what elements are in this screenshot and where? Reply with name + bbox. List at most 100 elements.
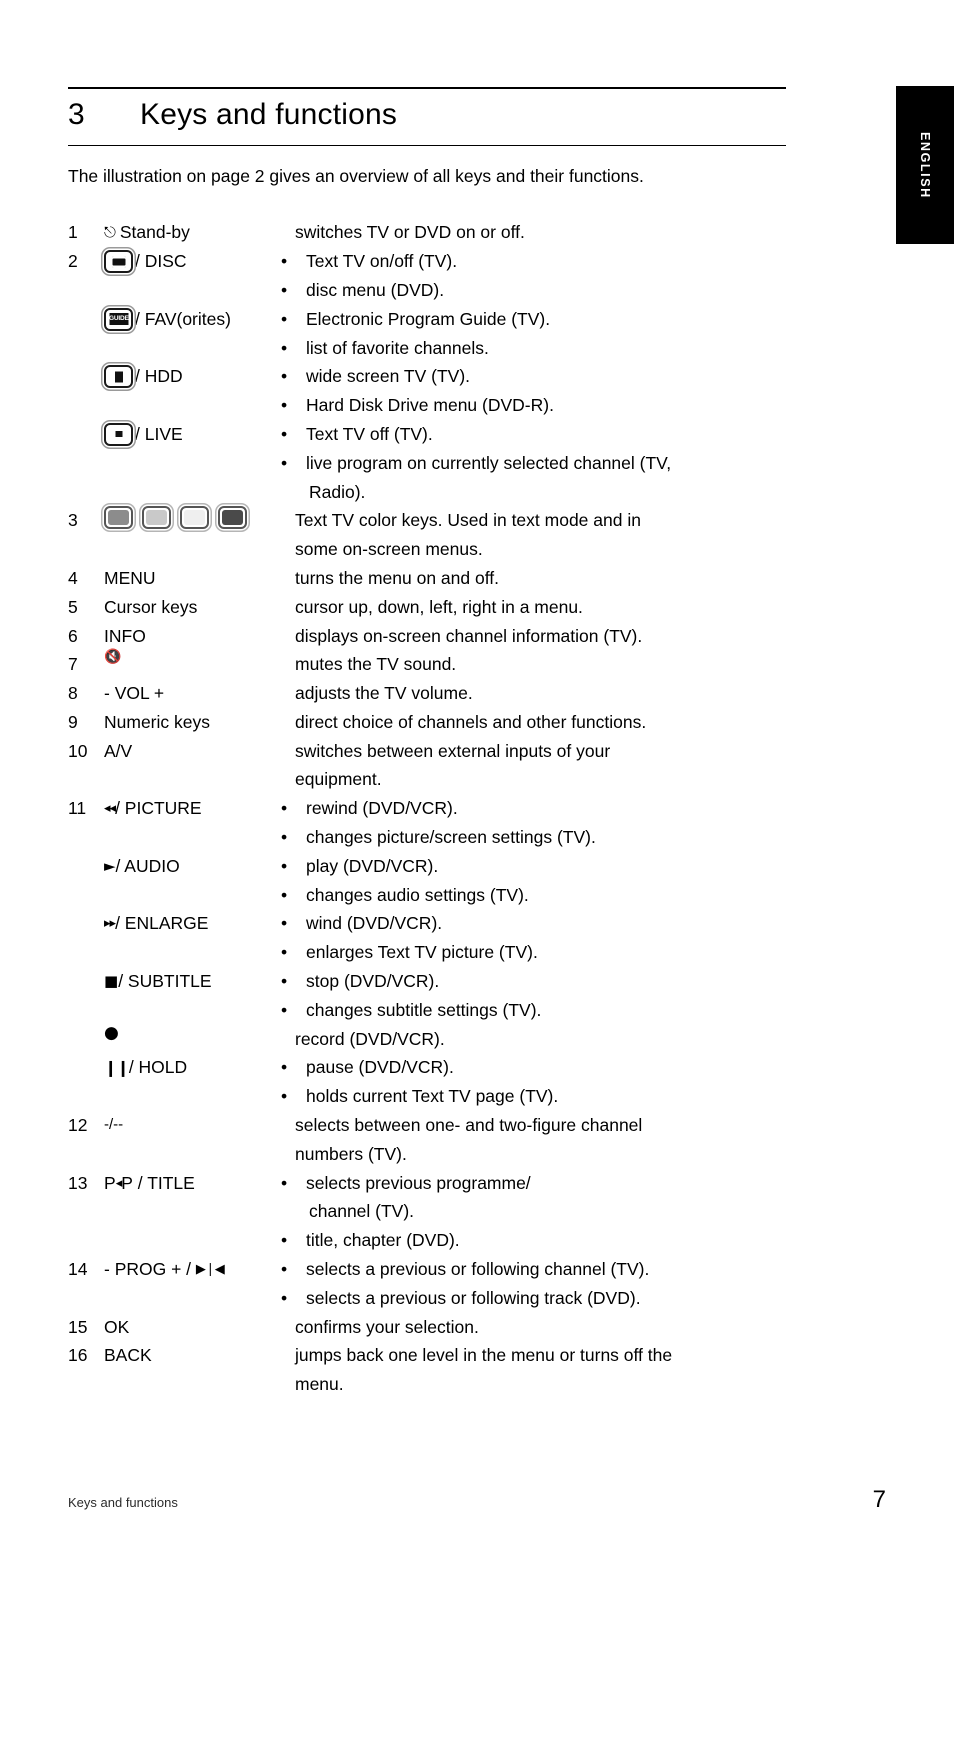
language-side-tab: ENGLISH [896,86,954,244]
key-label-text: Cursor keys [104,596,198,617]
key-label-text: / FAV(orites) [135,308,231,329]
key-description: stop (DVD/VCR).changes subtitle settings… [295,967,786,1025]
key-description-line: Hard Disk Drive menu (DVD-R). [295,391,786,420]
key-row: 16 BACK jumps back one level in the menu o… [68,1341,786,1399]
key-label: 🔇 [104,650,295,664]
text-tv-button-icon [104,250,133,274]
stop-icon: ■ [104,971,119,990]
key-label-text: A/V [104,740,133,761]
page-content: 3 Keys and functions The illustration on… [68,0,786,1399]
key-description-line: rewind (DVD/VCR). [295,794,786,823]
key-number: 14 [68,1259,88,1280]
key-row: 11◂◂/ PICTURErewind (DVD/VCR).changes pi… [68,794,786,852]
key-description-line: wind (DVD/VCR). [295,909,786,938]
key-description-line: Electronic Program Guide (TV). [295,305,786,334]
key-description: Text TV color keys. Used in text mode an… [295,506,786,564]
key-description-line: cursor up, down, left, right in a menu. [295,596,583,617]
key-number: 12 [68,1115,88,1136]
key-label: - PROG + / ▶❘◀ [104,1255,295,1284]
key-label: P ◂ P / TITLE [104,1169,295,1198]
keys-and-functions-list: 1 ⎋ Stand-by switches TV or DVD on or off. 2… [68,218,786,1399]
key-label-text: - VOL + [104,683,165,704]
key-description-line: play (DVD/VCR). [295,852,786,881]
key-description-line: live program on currently selected chann… [295,449,786,478]
key-label: Numeric keys [104,708,295,737]
key-description-line: holds current Text TV page (TV). [295,1082,786,1111]
key-description: mutes the TV sound. [295,650,786,679]
key-description-line: confirms your selection. [295,1316,479,1337]
chapter-number: 3 [68,98,85,131]
key-description-line: some on-screen menus. [295,539,483,560]
key-description: selects previous programme/channel (TV).… [295,1169,786,1255]
key-description: wind (DVD/VCR).enlarges Text TV picture … [295,909,786,967]
guide-button-icon: GUIDE [104,307,133,331]
key-label-text: Numeric keys [104,711,210,732]
key-description-line: pause (DVD/VCR). [295,1053,786,1082]
key-description: wide screen TV (TV).Hard Disk Drive menu… [295,362,786,420]
key-description: Text TV off (TV).live program on current… [295,420,786,506]
key-description: confirms your selection. [295,1313,786,1342]
footer-chapter-label: Keys and functions [68,1495,178,1510]
key-label: / HDD [104,362,295,391]
key-description-line: displays on-screen channel information (… [295,625,643,646]
key-label: Cursor keys [104,593,295,622]
key-description-line: Text TV color keys. Used in text mode an… [295,510,641,531]
key-label: MENU [104,564,295,593]
key-label-text: - PROG + / [104,1259,192,1280]
key-number: 8 [68,683,78,704]
key-number: 6 [68,625,78,646]
next-prev-track-icon: ▶❘◀ [195,1261,225,1277]
key-number: 3 [68,510,78,531]
key-description: Text TV on/off (TV).disc menu (DVD). [295,247,786,305]
key-row: 7 🔇 mutes the TV sound. [68,650,786,679]
key-label: BACK [104,1341,295,1370]
key-row: / LIVE Text TV off (TV).live program on c… [68,420,786,506]
power-standby-icon: ⎋ [104,223,116,242]
key-row: 14- PROG + / ▶❘◀selects a previous or fo… [68,1255,786,1313]
key-label: A/V [104,737,295,766]
key-description-line: switches TV or DVD on or off. [295,222,525,243]
key-description-line: title, chapter (DVD). [295,1226,786,1255]
key-description-line: selects a previous or following track (D… [295,1284,786,1313]
key-description-line: changes audio settings (TV). [295,881,786,910]
key-number: 11 [68,798,87,819]
key-label: ▸▸ / ENLARGE [104,909,295,938]
intro-paragraph: The illustration on page 2 gives an over… [68,166,644,186]
key-row: 9 Numeric keys direct choice of channels a… [68,708,786,737]
key-label-text: MENU [104,567,156,588]
key-description-line: record (DVD/VCR). [295,1028,445,1049]
key-row: GUIDE/ FAV(orites) Electronic Program Gui… [68,305,786,363]
key-description-line: turns the menu on and off. [295,567,499,588]
key-description: record (DVD/VCR). [295,1025,786,1054]
key-label-text: INFO [104,625,146,646]
page-footer: Keys and functions 7 [68,1486,886,1514]
color-key-green-icon [142,506,171,530]
key-description-line: enlarges Text TV picture (TV). [295,938,786,967]
key-row: ▸▸/ ENLARGEwind (DVD/VCR).enlarges Text … [68,909,786,967]
fast-forward-icon: ▸▸ [104,916,116,932]
key-label-prefix: P [104,1172,116,1193]
header-rule-bottom [68,145,786,146]
key-label-text: / LIVE [135,423,183,444]
key-description-line: stop (DVD/VCR). [295,967,786,996]
key-description: selects a previous or following channel … [295,1255,786,1313]
key-label-mid: P [121,1172,133,1193]
key-label: ● [104,1024,295,1042]
pause-icon: ❙❙ [104,1057,130,1077]
key-description: Electronic Program Guide (TV).list of fa… [295,305,786,363]
color-key-blue-icon [218,506,247,530]
key-label [104,506,295,530]
key-description: turns the menu on and off. [295,564,786,593]
key-row: ►/ AUDIOplay (DVD/VCR).changes audio set… [68,852,786,910]
key-description: direct choice of channels and other func… [295,708,786,737]
key-label: ◂◂ / PICTURE [104,794,295,823]
key-description-line: Radio). [309,481,366,502]
key-row: / HDD wide screen TV (TV).Hard Disk Drive… [68,362,786,420]
key-row: 1 ⎋ Stand-by switches TV or DVD on or off. [68,218,786,247]
play-icon: ► [104,856,116,875]
key-description-line: selects a previous or following channel … [295,1255,786,1284]
chapter-heading: 3 Keys and functions [68,89,786,145]
key-label-text: / DISC [135,251,187,272]
key-row: 13 P◂P / TITLEselects previous programme/… [68,1169,786,1255]
key-description-line: direct choice of channels and other func… [295,711,647,732]
